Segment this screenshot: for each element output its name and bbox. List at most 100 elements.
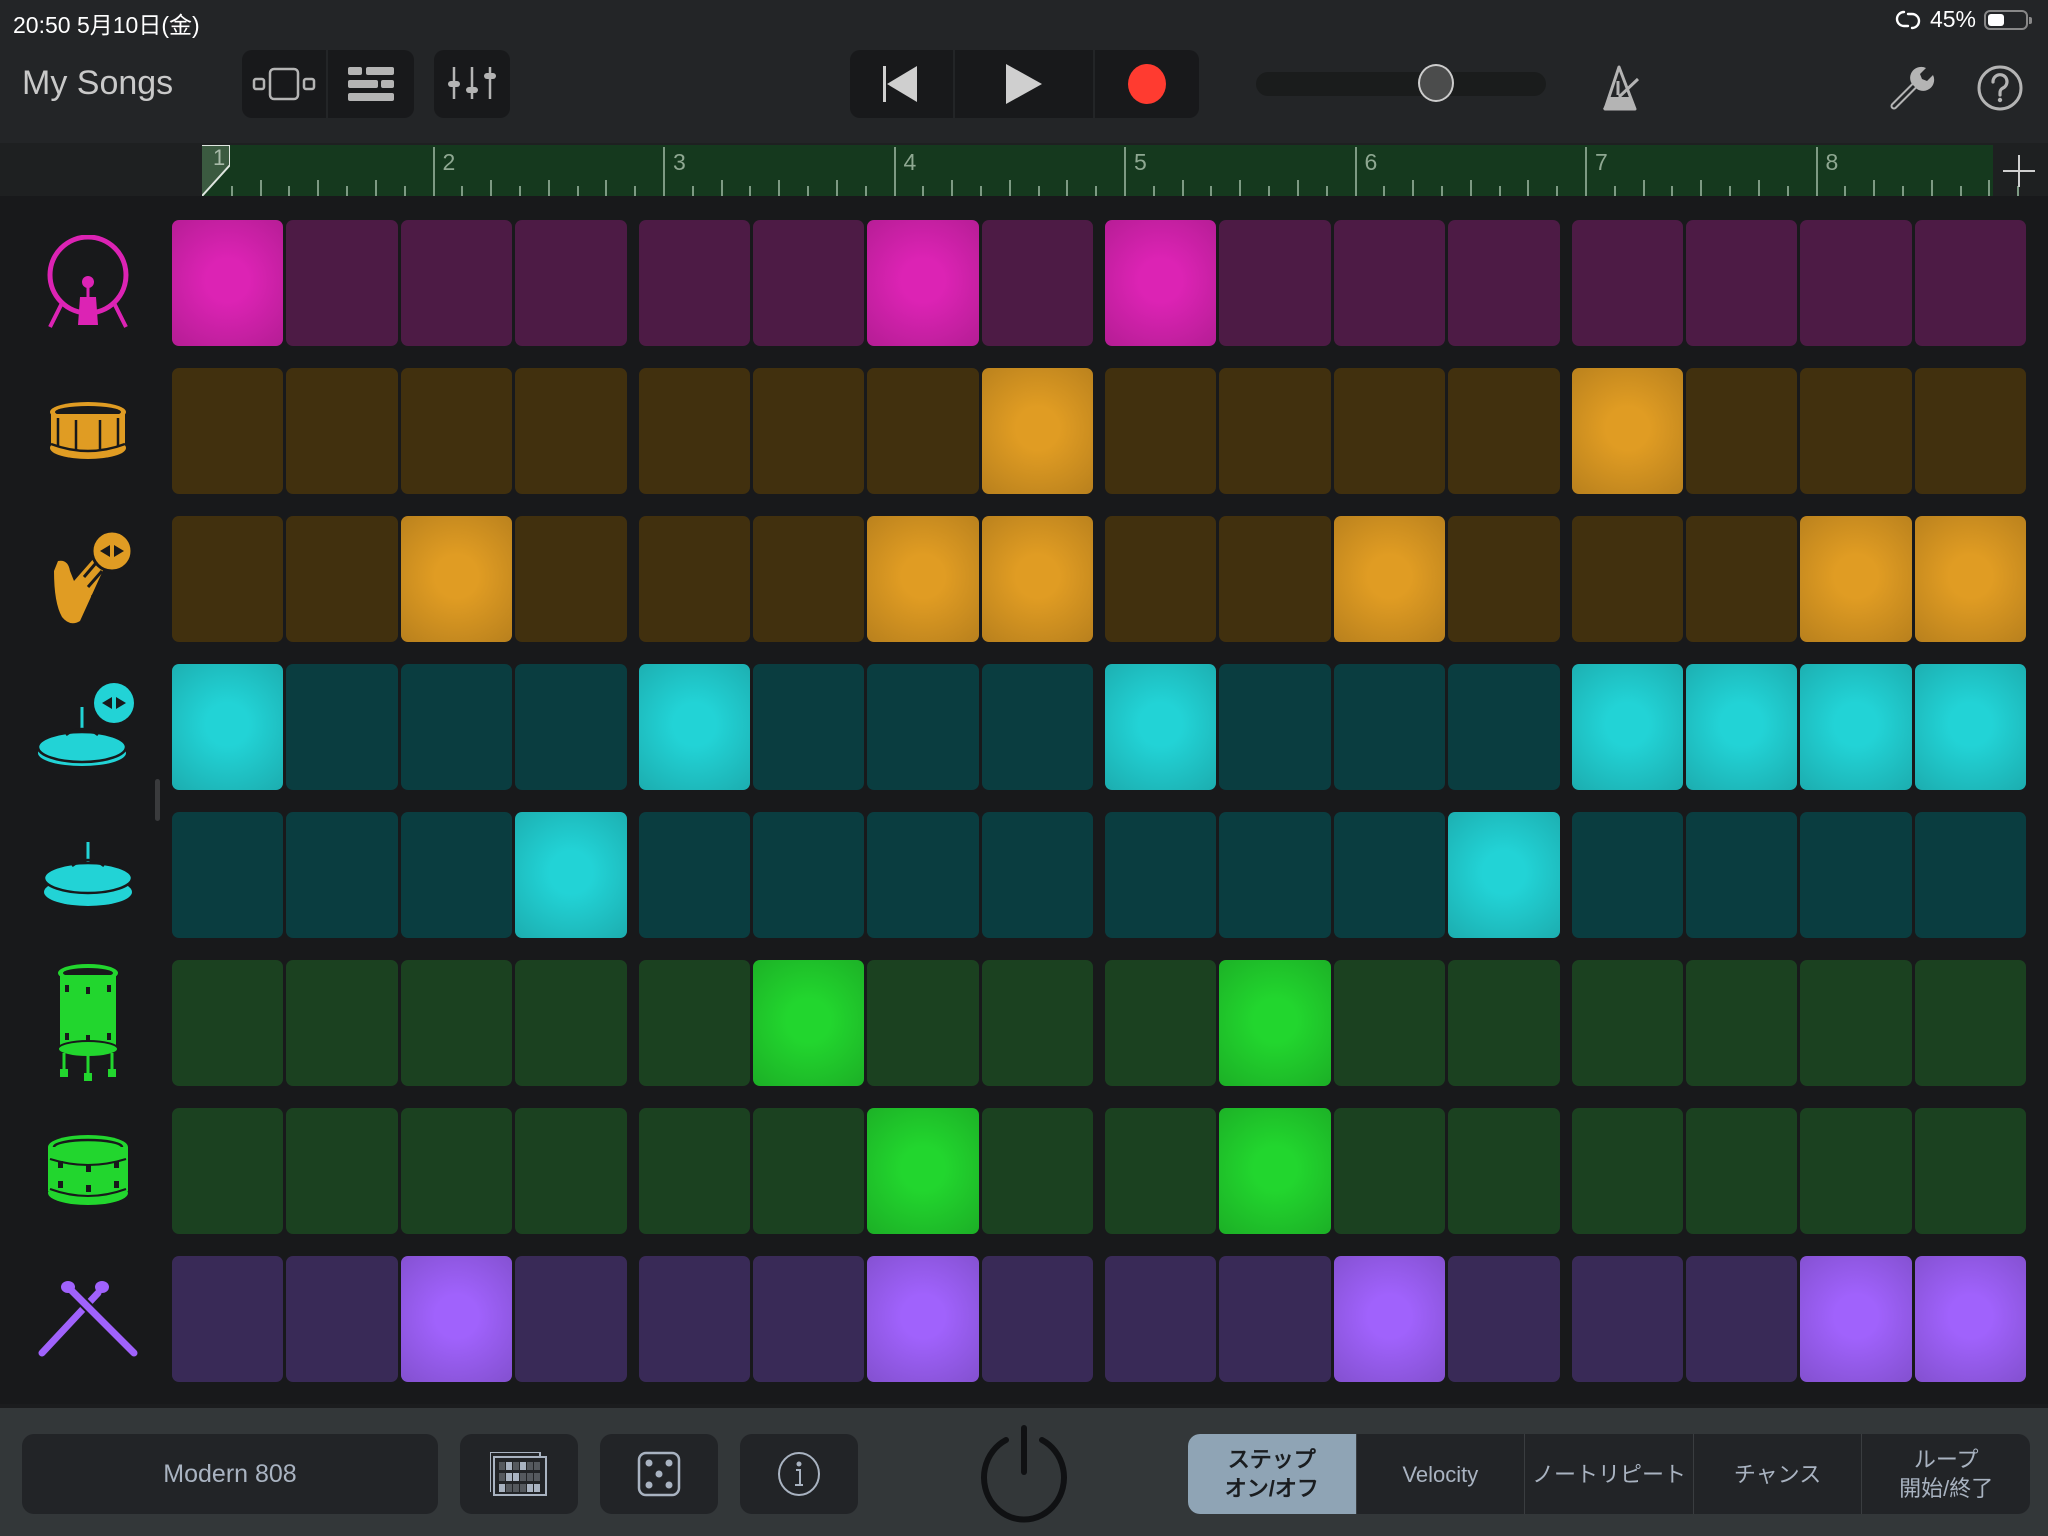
step-pad-tom-2-off[interactable] — [286, 1108, 398, 1234]
track-sticks-instrument[interactable] — [28, 1256, 148, 1382]
drum-kit-button[interactable]: Modern 808 — [22, 1434, 438, 1514]
step-pad-sticks-2-off[interactable] — [286, 1256, 398, 1382]
metronome-button[interactable] — [1594, 60, 1646, 116]
record-button[interactable] — [1095, 50, 1199, 118]
step-pad-closed-hihat-7-off[interactable] — [867, 812, 979, 938]
step-pad-kick-drum-10-off[interactable] — [1219, 220, 1331, 346]
step-pad-tom-10-on[interactable] — [1219, 1108, 1331, 1234]
step-pad-clap-8-on[interactable] — [981, 516, 1093, 642]
step-pad-tom-5-off[interactable] — [638, 1108, 750, 1234]
step-pad-closed-hihat-9-off[interactable] — [1105, 812, 1217, 938]
step-pad-sticks-6-off[interactable] — [752, 1256, 865, 1382]
mode-tab-5[interactable]: ループ 開始/終了 — [1862, 1434, 2030, 1514]
step-pad-kick-drum-13-off[interactable] — [1571, 220, 1683, 346]
step-pad-sticks-16-on[interactable] — [1914, 1256, 2026, 1382]
step-pad-tom-13-off[interactable] — [1571, 1108, 1683, 1234]
step-pad-floor-tom-9-off[interactable] — [1105, 960, 1217, 1086]
step-pad-clap-3-on[interactable] — [400, 516, 513, 642]
step-pad-closed-hihat-1-off[interactable] — [172, 812, 284, 938]
timeline-ruler[interactable]: 2 3 4 5 6 7 8 — [202, 145, 2020, 196]
track-clap-instrument[interactable] — [28, 516, 148, 642]
step-pad-snare-14-off[interactable] — [1685, 368, 1798, 494]
help-button[interactable] — [1972, 60, 2028, 116]
step-pad-clap-13-off[interactable] — [1571, 516, 1683, 642]
tempo-slider-knob[interactable] — [1417, 64, 1454, 102]
step-pad-snare-15-off[interactable] — [1800, 368, 1912, 494]
step-pad-tom-3-off[interactable] — [400, 1108, 513, 1234]
step-pad-kick-drum-6-off[interactable] — [752, 220, 865, 346]
track-closed-hihat-instrument[interactable] — [28, 812, 148, 938]
step-pad-kick-drum-1-on[interactable] — [172, 220, 284, 346]
step-pad-sticks-3-on[interactable] — [400, 1256, 513, 1382]
step-pad-clap-16-on[interactable] — [1914, 516, 2026, 642]
settings-button[interactable] — [1884, 60, 1940, 116]
step-pad-closed-hihat-2-off[interactable] — [286, 812, 398, 938]
step-pad-closed-hihat-14-off[interactable] — [1685, 812, 1798, 938]
step-pad-floor-tom-15-off[interactable] — [1800, 960, 1912, 1086]
step-pad-tom-7-on[interactable] — [867, 1108, 979, 1234]
step-pad-clap-15-on[interactable] — [1800, 516, 1912, 642]
mixer-button[interactable] — [434, 50, 510, 118]
step-pad-floor-tom-8-off[interactable] — [981, 960, 1093, 1086]
power-button[interactable] — [978, 1424, 1070, 1524]
step-pad-tom-12-off[interactable] — [1448, 1108, 1560, 1234]
step-pad-kick-drum-4-off[interactable] — [515, 220, 627, 346]
step-pad-kick-drum-2-off[interactable] — [286, 220, 398, 346]
step-pad-sticks-12-off[interactable] — [1448, 1256, 1560, 1382]
step-pad-open-hihat-10-off[interactable] — [1219, 664, 1331, 790]
step-pad-sticks-13-off[interactable] — [1571, 1256, 1683, 1382]
step-pad-clap-4-off[interactable] — [515, 516, 627, 642]
step-pad-floor-tom-4-off[interactable] — [515, 960, 627, 1086]
step-pad-kick-drum-11-off[interactable] — [1333, 220, 1446, 346]
step-pad-closed-hihat-16-off[interactable] — [1914, 812, 2026, 938]
step-pad-sticks-8-off[interactable] — [981, 1256, 1093, 1382]
step-pad-floor-tom-13-off[interactable] — [1571, 960, 1683, 1086]
step-pad-snare-10-off[interactable] — [1219, 368, 1331, 494]
track-snare-instrument[interactable] — [28, 368, 148, 494]
step-pad-snare-7-off[interactable] — [867, 368, 979, 494]
add-section-button[interactable] — [1998, 150, 2040, 192]
step-pad-sticks-15-on[interactable] — [1800, 1256, 1912, 1382]
step-pad-kick-drum-3-off[interactable] — [400, 220, 513, 346]
step-pad-sticks-5-off[interactable] — [638, 1256, 750, 1382]
step-pad-sticks-4-off[interactable] — [515, 1256, 627, 1382]
step-pad-snare-9-off[interactable] — [1105, 368, 1217, 494]
step-pad-kick-drum-9-on[interactable] — [1105, 220, 1217, 346]
step-pad-snare-16-off[interactable] — [1914, 368, 2026, 494]
step-pad-sticks-7-on[interactable] — [867, 1256, 979, 1382]
step-pad-snare-13-on[interactable] — [1571, 368, 1683, 494]
pattern-button[interactable] — [460, 1434, 578, 1514]
mode-tab-4[interactable]: チャンス — [1694, 1434, 1863, 1514]
step-pad-snare-5-off[interactable] — [638, 368, 750, 494]
step-pad-closed-hihat-10-off[interactable] — [1219, 812, 1331, 938]
step-pad-floor-tom-10-on[interactable] — [1219, 960, 1331, 1086]
step-pad-clap-12-off[interactable] — [1448, 516, 1560, 642]
step-pad-kick-drum-16-off[interactable] — [1914, 220, 2026, 346]
step-pad-tom-8-off[interactable] — [981, 1108, 1093, 1234]
step-pad-closed-hihat-15-off[interactable] — [1800, 812, 1912, 938]
step-pad-snare-1-off[interactable] — [172, 368, 284, 494]
step-pad-kick-drum-15-off[interactable] — [1800, 220, 1912, 346]
step-pad-closed-hihat-12-on[interactable] — [1448, 812, 1560, 938]
step-pad-open-hihat-6-off[interactable] — [752, 664, 865, 790]
step-pad-open-hihat-14-on[interactable] — [1685, 664, 1798, 790]
step-pad-tom-15-off[interactable] — [1800, 1108, 1912, 1234]
step-pad-floor-tom-11-off[interactable] — [1333, 960, 1446, 1086]
step-pad-floor-tom-14-off[interactable] — [1685, 960, 1798, 1086]
tracks-view-button[interactable] — [328, 50, 414, 118]
info-button[interactable] — [740, 1434, 858, 1514]
step-pad-clap-14-off[interactable] — [1685, 516, 1798, 642]
step-pad-closed-hihat-6-off[interactable] — [752, 812, 865, 938]
track-tom-instrument[interactable] — [28, 1108, 148, 1234]
step-pad-floor-tom-3-off[interactable] — [400, 960, 513, 1086]
step-pad-closed-hihat-11-off[interactable] — [1333, 812, 1446, 938]
step-pad-floor-tom-1-off[interactable] — [172, 960, 284, 1086]
step-pad-tom-6-off[interactable] — [752, 1108, 865, 1234]
step-pad-snare-6-off[interactable] — [752, 368, 865, 494]
my-songs-button[interactable]: My Songs — [22, 64, 173, 103]
step-pad-kick-drum-5-off[interactable] — [638, 220, 750, 346]
step-pad-closed-hihat-13-off[interactable] — [1571, 812, 1683, 938]
step-pad-clap-1-off[interactable] — [172, 516, 284, 642]
step-pad-snare-11-off[interactable] — [1333, 368, 1446, 494]
step-pad-tom-1-off[interactable] — [172, 1108, 284, 1234]
